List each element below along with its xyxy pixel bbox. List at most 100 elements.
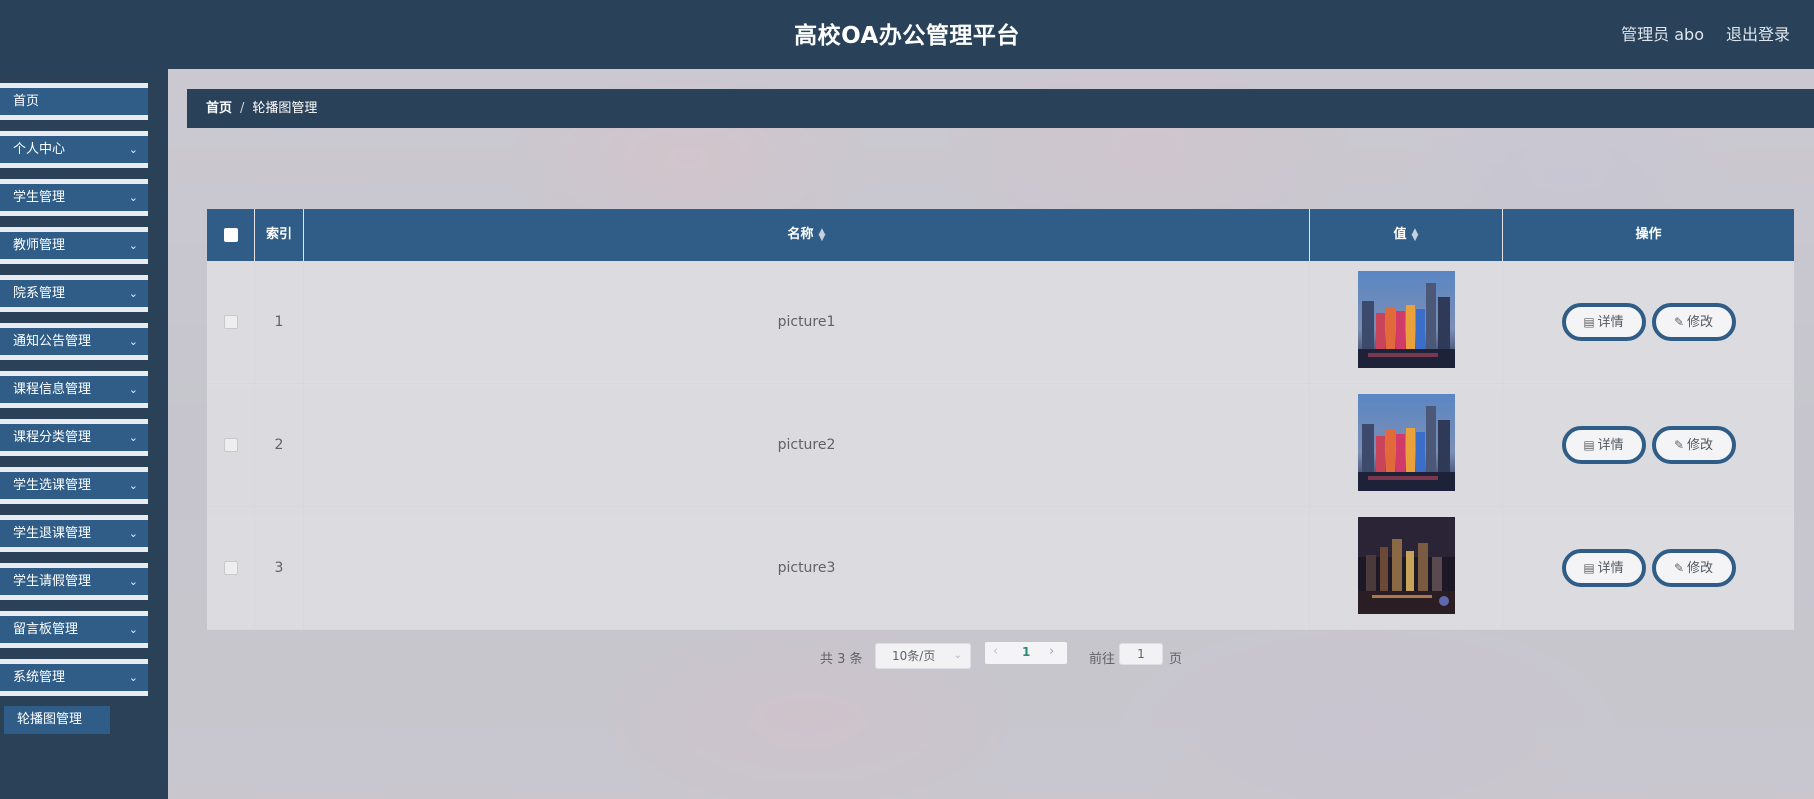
chevron-down-icon: ⌄ [128,191,138,204]
current-user: 管理员 abo [1621,25,1704,44]
page-number-group: ‹ 1 › [985,642,1067,664]
sidebar-item-label: 院系管理 [13,286,66,301]
pagination: 共 3 条 10条/页 ⌄ ‹ 1 › 前往 页 [168,642,1814,670]
sidebar-item-teachers[interactable]: 教师管理 ⌄ [0,227,148,264]
edit-button[interactable]: ✎ 修改 [1651,426,1736,464]
header-index: 索引 [255,209,304,261]
header-name[interactable]: 名称 ▲ ▼ [304,209,1310,261]
page-size-select[interactable]: 10条/页 ⌄ [875,643,971,669]
top-header: 高校OA办公管理平台 管理员 abo 退出登录 [0,0,1814,69]
sidebar-item-home[interactable]: 首页 [0,83,148,120]
chevron-down-icon: ⌄ [128,671,138,684]
sort-icon[interactable]: ▲ ▼ [819,227,826,242]
pencil-icon: ✎ [1673,315,1685,329]
row-actions: ▤ 详情 ✎ 修改 [1503,261,1794,384]
header-name-label: 名称 [787,227,814,242]
chevron-down-icon: ⌄ [128,287,138,300]
sidebar-item-notices[interactable]: 通知公告管理 ⌄ [0,323,148,360]
breadcrumb-separator: / [240,101,245,116]
thumbnail-image[interactable] [1358,394,1455,491]
chevron-down-icon: ⌄ [128,383,138,396]
chevron-left-icon[interactable]: ‹ [993,644,998,659]
document-icon: ▤ [1583,438,1595,452]
header-action: 操作 [1635,227,1662,242]
row-checkbox-cell [207,384,255,507]
row-checkbox[interactable] [223,561,238,575]
table-row: 1 picture1 ▤ 详情 ✎ 修改 [207,261,1794,384]
table-header: 索引 名称 ▲ ▼ 值 ▲ ▼ 操作 [207,209,1794,261]
edit-button[interactable]: ✎ 修改 [1651,549,1736,587]
goto-label: 前往 [1089,652,1116,667]
sidebar-item-label: 首页 [13,94,40,109]
sidebar-item-course-withdrawal[interactable]: 学生退课管理 ⌄ [0,515,148,552]
sidebar-item-leave-requests[interactable]: 学生请假管理 ⌄ [0,563,148,600]
row-index: 1 [255,261,304,384]
sidebar-item-label: 教师管理 [13,238,66,253]
sidebar-item-label: 学生请假管理 [13,574,92,589]
page-size-value: 10条/页 [892,649,936,663]
chevron-right-icon[interactable]: › [1049,644,1054,659]
sidebar-item-course-categories[interactable]: 课程分类管理 ⌄ [0,419,148,456]
chevron-down-icon: ⌄ [128,239,138,252]
breadcrumb-home[interactable]: 首页 [206,101,232,116]
sidebar-item-departments[interactable]: 院系管理 ⌄ [0,275,148,312]
document-icon: ▤ [1583,561,1595,575]
row-checkbox[interactable] [223,315,238,329]
goto-page-input[interactable] [1119,643,1163,665]
select-all-checkbox[interactable] [223,227,238,242]
chevron-down-icon: ⌄ [953,650,962,661]
breadcrumb: 首页 / 轮播图管理 [187,89,1814,128]
sidebar-item-courses[interactable]: 课程信息管理 ⌄ [0,371,148,408]
row-value-cell [1310,507,1503,630]
sidebar-item-label: 学生选课管理 [13,478,92,493]
row-checkbox-cell [207,507,255,630]
sidebar-item-label: 通知公告管理 [13,334,92,349]
row-index: 3 [255,507,304,630]
sidebar-item-students[interactable]: 学生管理 ⌄ [0,179,148,216]
sidebar-item-label: 学生退课管理 [13,526,92,541]
chevron-down-icon: ⌄ [128,335,138,348]
sort-icon[interactable]: ▲ ▼ [1412,227,1419,242]
row-checkbox-cell [207,261,255,384]
header-value[interactable]: 值 ▲ ▼ [1310,209,1503,261]
document-icon: ▤ [1583,315,1595,329]
page-number-current[interactable]: 1 [1022,645,1030,659]
header-value-label: 值 [1393,227,1407,242]
sidebar-item-label: 系统管理 [13,670,66,685]
row-name: picture2 [304,384,1310,507]
sidebar-item-label: 课程分类管理 [13,430,92,445]
pencil-icon: ✎ [1673,438,1685,452]
row-name: picture1 [304,261,1310,384]
pagination-total: 共 3 条 [820,652,863,667]
sidebar-item-system[interactable]: 系统管理 ⌄ [0,659,148,696]
sidebar-item-label: 学生管理 [13,190,66,205]
row-checkbox[interactable] [223,438,238,452]
sidebar-item-personal-center[interactable]: 个人中心 ⌄ [0,131,148,168]
sidebar-item-course-selection[interactable]: 学生选课管理 ⌄ [0,467,148,504]
thumbnail-image[interactable] [1358,517,1455,614]
app-title: 高校OA办公管理平台 [794,23,1020,49]
table-row: 2 picture2 ▤ 详情 ✎ 修改 [207,384,1794,507]
row-index: 2 [255,384,304,507]
sidebar-subitem-carousel[interactable]: 轮播图管理 [4,706,110,734]
sidebar-item-message-board[interactable]: 留言板管理 ⌄ [0,611,148,648]
detail-button[interactable]: ▤ 详情 [1561,549,1646,587]
chevron-down-icon: ⌄ [128,143,138,156]
breadcrumb-current: 轮播图管理 [252,101,318,116]
row-actions: ▤ 详情 ✎ 修改 [1503,507,1794,630]
row-name: picture3 [304,507,1310,630]
table-row: 3 picture3 ▤ 详情 ✎ 修改 [207,507,1794,630]
logout-link[interactable]: 退出登录 [1726,21,1790,45]
thumbnail-image[interactable] [1358,271,1455,368]
sidebar-item-label: 课程信息管理 [13,382,92,397]
detail-button[interactable]: ▤ 详情 [1561,426,1646,464]
detail-button[interactable]: ▤ 详情 [1561,303,1646,341]
chevron-down-icon: ⌄ [128,575,138,588]
row-value-cell [1310,384,1503,507]
carousel-table: 索引 名称 ▲ ▼ 值 ▲ ▼ 操作 1 picture1 ▤ 详情 ✎ 修改 … [207,209,1794,630]
sidebar-item-label: 个人中心 [13,142,66,157]
sidebar-item-label: 留言板管理 [13,622,79,637]
sidebar: 首页 个人中心 ⌄ 学生管理 ⌄ 教师管理 ⌄ 院系管理 ⌄ 通知公告管理 ⌄ … [0,69,168,799]
edit-button[interactable]: ✎ 修改 [1651,303,1736,341]
header-select-all-cell [207,209,255,261]
